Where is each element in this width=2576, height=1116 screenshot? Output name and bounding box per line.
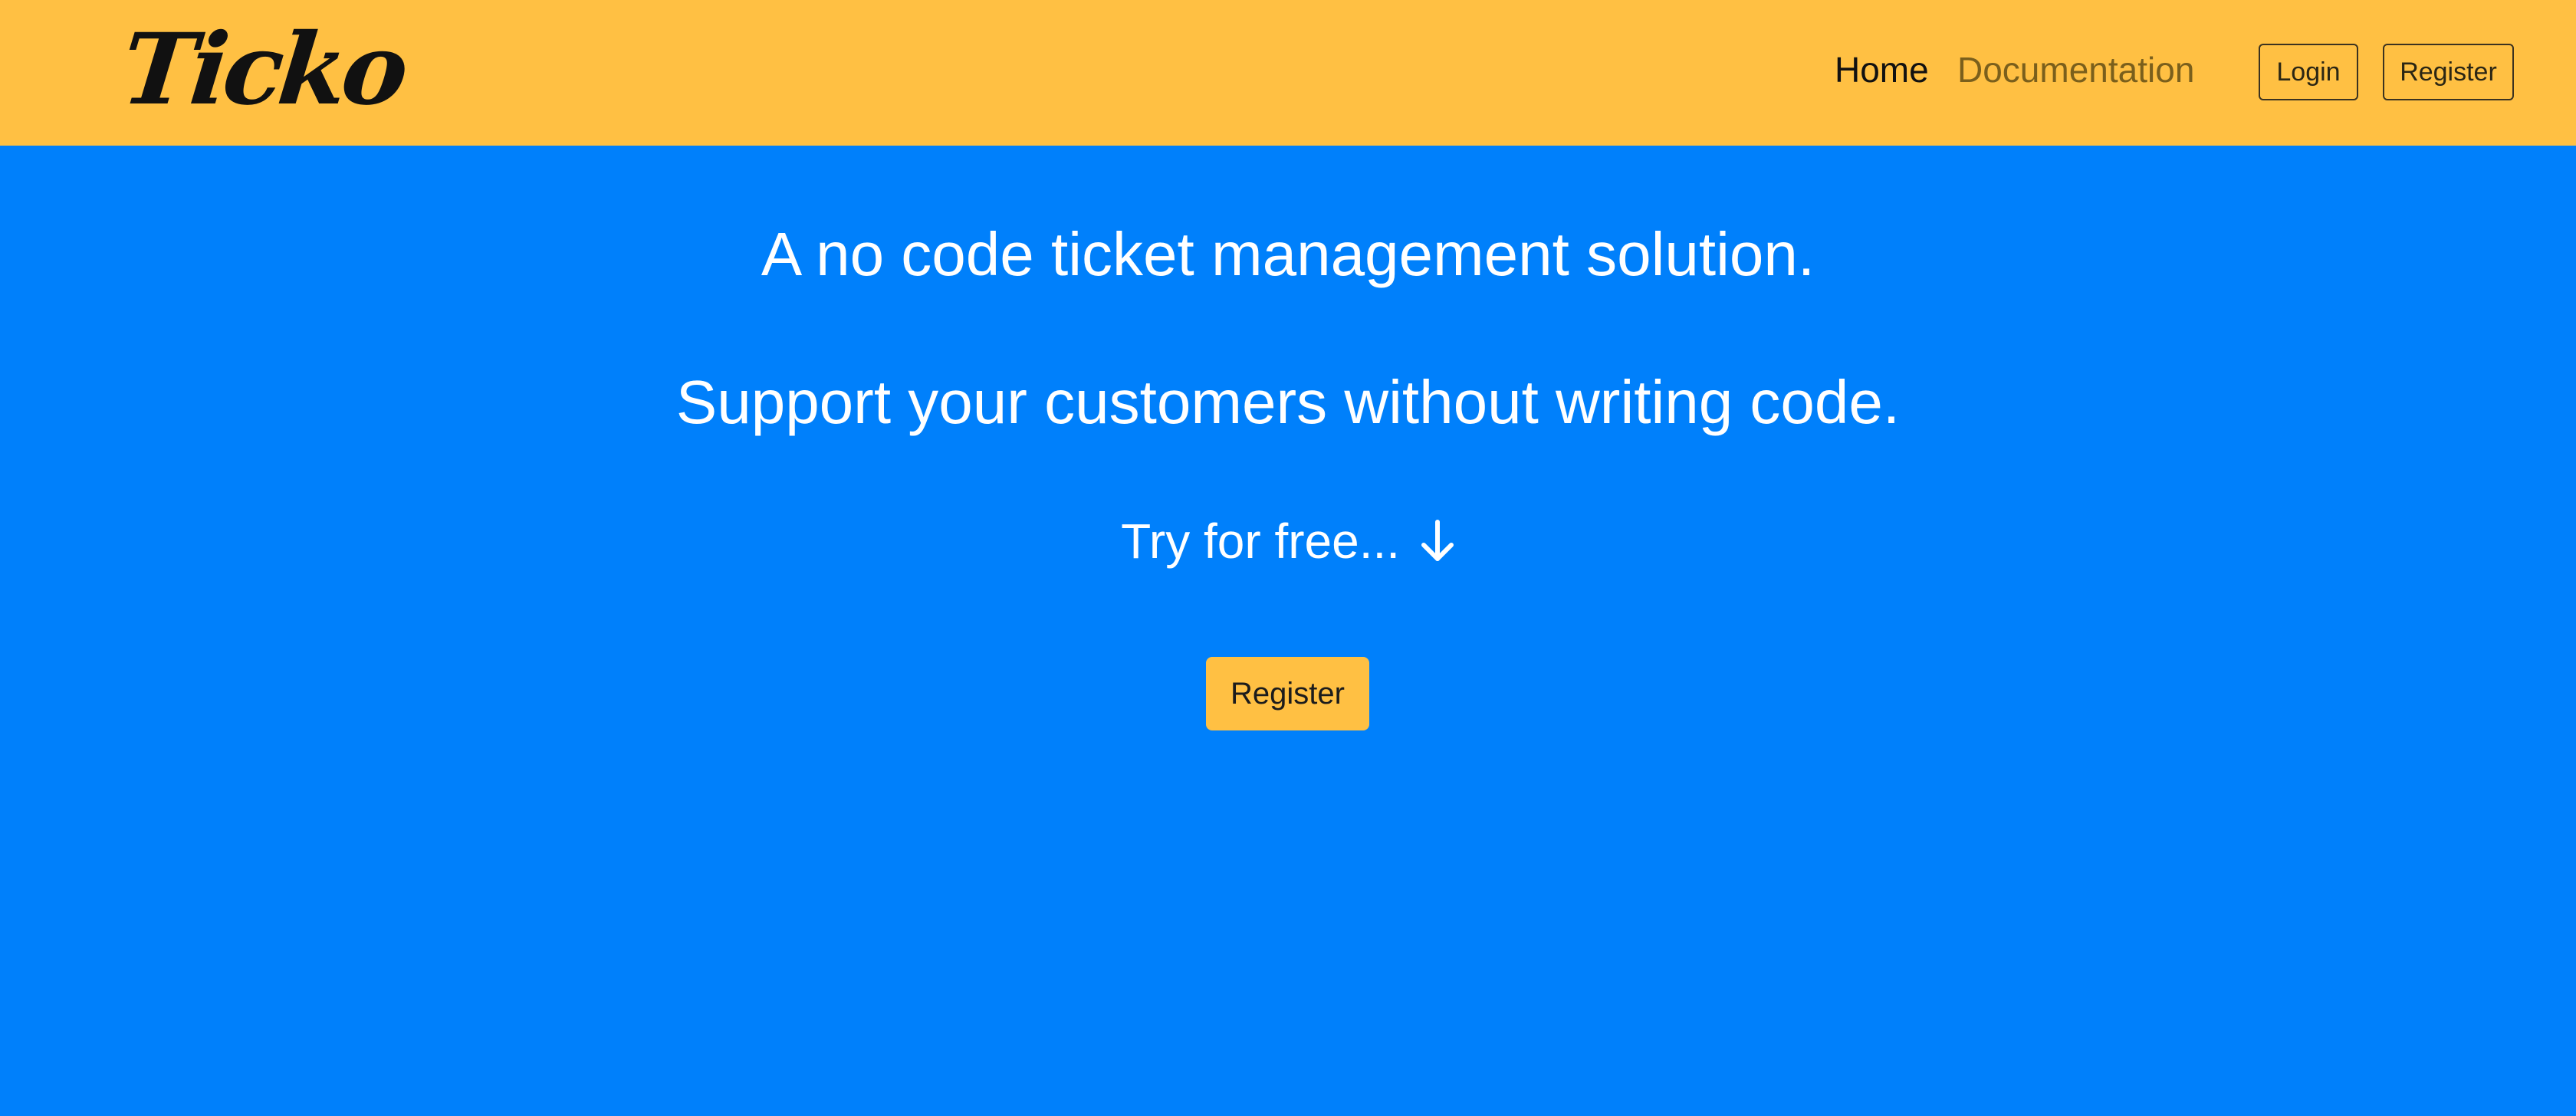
login-button[interactable]: Login (2259, 44, 2358, 100)
register-button-nav[interactable]: Register (2383, 44, 2514, 100)
hero-section: A no code ticket management solution. Su… (0, 146, 2576, 1116)
navbar: Ticko Home Documentation Login Register (0, 0, 2576, 146)
try-for-free-text: Try for free... (1121, 514, 1401, 569)
nav-link-home[interactable]: Home (1835, 52, 1929, 87)
register-button-cta[interactable]: Register (1206, 657, 1369, 730)
brand-logo[interactable]: Ticko (117, 12, 409, 127)
hero-headline-primary: A no code ticket management solution. (761, 220, 1815, 288)
try-for-free-line: Try for free... (0, 517, 2576, 571)
nav-link-documentation[interactable]: Documentation (1957, 52, 2194, 87)
hero-headline-secondary: Support your customers without writing c… (675, 368, 1901, 436)
arrow-down-icon (1420, 519, 1455, 571)
